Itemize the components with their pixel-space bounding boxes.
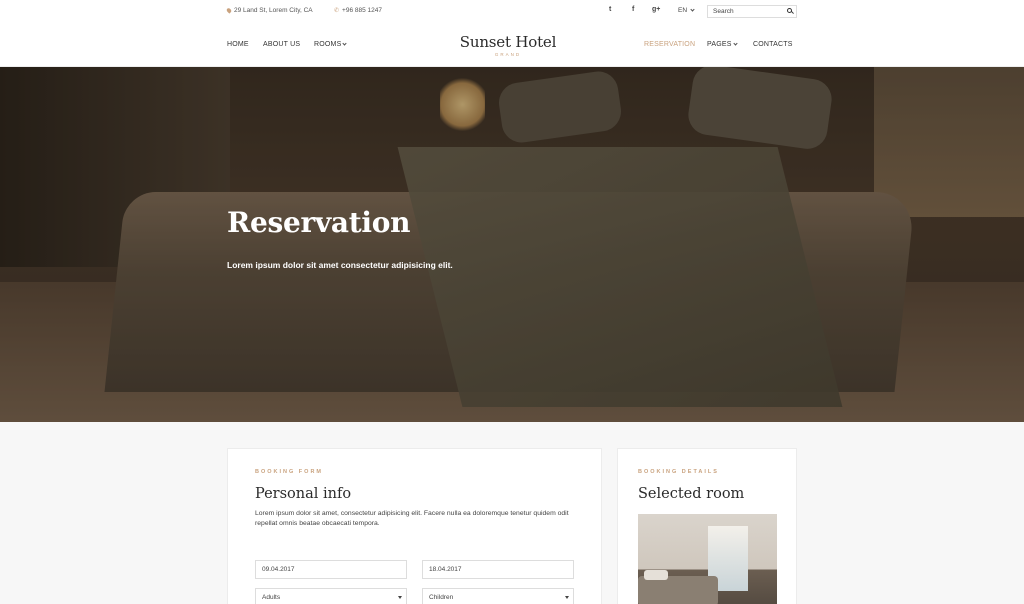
personal-info-description: Lorem ipsum dolor sit amet, consectetur … xyxy=(255,510,569,527)
twitter-icon[interactable]: t xyxy=(609,6,611,13)
checkin-date-value: 09.04.2017 xyxy=(262,566,295,573)
booking-form-card: BOOKING FORM Personal info Lorem ipsum d… xyxy=(227,448,602,604)
phone: ✆ +96 885 1247 xyxy=(334,7,382,14)
nav-reservation[interactable]: RESERVATION xyxy=(644,41,695,48)
logo-subtitle: GRAND xyxy=(494,52,522,57)
room-bed xyxy=(638,576,718,604)
language-selector[interactable]: EN xyxy=(678,7,695,14)
main-nav: HOME ABOUT US ROOMS Sunset Hotel GRAND R… xyxy=(0,24,1024,67)
hero-banner: Reservation Lorem ipsum dolor sit amet c… xyxy=(0,67,1024,422)
checkin-date-input[interactable]: 09.04.2017 xyxy=(255,560,407,579)
address: 29 Land St, Lorem City, CA xyxy=(225,7,313,14)
search-placeholder: Search xyxy=(713,8,734,15)
nav-contacts[interactable]: CONTACTS xyxy=(753,41,793,48)
chevron-down-icon xyxy=(342,41,348,46)
checkout-date-value: 18.04.2017 xyxy=(429,566,462,573)
chevron-down-icon xyxy=(732,41,738,46)
facebook-icon[interactable]: f xyxy=(632,6,634,13)
nav-rooms[interactable]: ROOMS xyxy=(314,41,348,48)
language-label: EN xyxy=(678,7,688,14)
google-plus-icon[interactable]: g+ xyxy=(652,6,660,13)
checkout-date-input[interactable]: 18.04.2017 xyxy=(422,560,574,579)
dropdown-caret-icon xyxy=(565,596,569,599)
children-select[interactable]: Children xyxy=(422,588,574,604)
booking-details-eyebrow: BOOKING DETAILS xyxy=(638,469,719,475)
search-icon[interactable] xyxy=(787,8,792,13)
personal-info-title: Personal info xyxy=(255,486,352,502)
booking-details-card: BOOKING DETAILS Selected room xyxy=(617,448,797,604)
logo[interactable]: Sunset Hotel GRAND xyxy=(430,33,586,57)
phone-text: +96 885 1247 xyxy=(342,7,382,14)
hero-subtitle: Lorem ipsum dolor sit amet consectetur a… xyxy=(227,260,453,270)
phone-icon: ✆ xyxy=(334,8,340,14)
adults-select[interactable]: Adults xyxy=(255,588,407,604)
hero-overlay xyxy=(0,67,1024,422)
nav-home[interactable]: HOME xyxy=(227,41,249,48)
top-bar: 29 Land St, Lorem City, CA ✆ +96 885 124… xyxy=(0,0,1024,24)
selected-room-image[interactable] xyxy=(638,514,777,604)
map-pin-icon xyxy=(225,7,233,14)
booking-form-eyebrow: BOOKING FORM xyxy=(255,469,323,475)
adults-label: Adults xyxy=(262,594,281,601)
search-input[interactable]: Search xyxy=(707,5,797,18)
nav-about-us[interactable]: ABOUT US xyxy=(263,41,300,48)
chevron-down-icon xyxy=(690,7,695,12)
children-label: Children xyxy=(429,594,454,601)
nav-pages-label: PAGES xyxy=(707,41,732,48)
nav-rooms-label: ROOMS xyxy=(314,41,342,48)
selected-room-title: Selected room xyxy=(638,486,745,502)
address-text: 29 Land St, Lorem City, CA xyxy=(234,7,313,14)
room-pillow xyxy=(644,570,668,580)
dropdown-caret-icon xyxy=(398,596,402,599)
hero-title: Reservation xyxy=(227,206,411,239)
nav-pages[interactable]: PAGES xyxy=(707,41,738,48)
logo-name: Sunset Hotel xyxy=(459,33,557,51)
